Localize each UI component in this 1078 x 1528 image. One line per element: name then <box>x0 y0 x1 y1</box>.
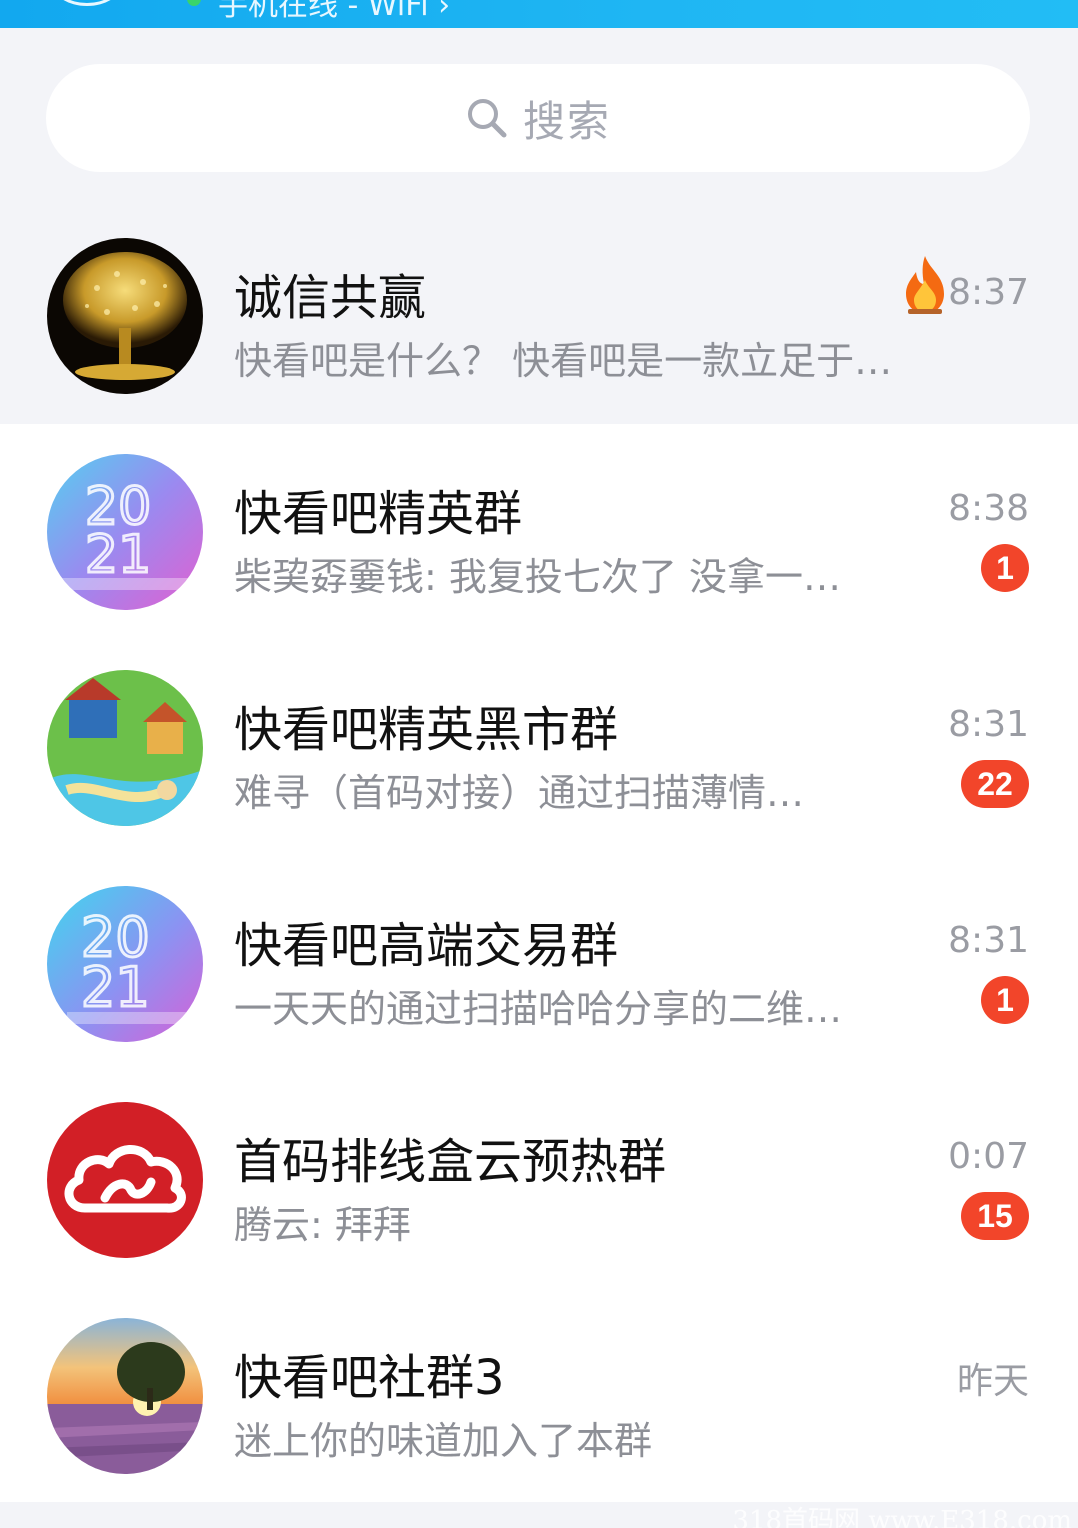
conversation-preview: 快看吧是什么？ 快看吧是一款立足于… <box>234 339 893 383</box>
conversation-title: 快看吧高端交易群 <box>234 918 619 974</box>
online-status-icon <box>187 0 201 6</box>
conversation-preview: 柴巭孬嫑钱: 我复投七次了 没拿一… <box>234 555 841 599</box>
watermark: 318首码网 www.E318.com <box>732 1506 1072 1528</box>
online-status-text[interactable]: 手机在线 - WiFi › <box>218 0 450 24</box>
group-avatar-2021-gradient: 20 21 <box>47 454 203 610</box>
conversation-time: 8:37 <box>948 272 1029 313</box>
conversation-time: 昨天 <box>956 1361 1029 1402</box>
group-avatar-game-island <box>47 670 203 826</box>
search-placeholder: 搜索 <box>522 96 611 146</box>
search-area: 搜索 <box>0 28 1078 208</box>
unread-badge: 1 <box>981 544 1029 592</box>
conversation-title: 诚信共赢 <box>234 270 427 326</box>
conversation-time: 8:38 <box>948 488 1029 529</box>
group-avatar-2021-gradient: 20 21 <box>47 886 203 1042</box>
conversation-time: 8:31 <box>948 704 1029 745</box>
svg-text:21: 21 <box>81 956 150 1019</box>
conversation-title: 快看吧精英群 <box>234 486 523 542</box>
conversation-item[interactable]: 诚信共赢 快看吧是什么？ 快看吧是一款立足于… 8:37 <box>0 208 1078 424</box>
group-avatar-sunset-field <box>47 1318 203 1474</box>
conversation-title: 快看吧社群3 <box>234 1350 505 1406</box>
search-icon <box>465 96 509 140</box>
conversation-title: 首码排线盒云预热群 <box>234 1134 667 1190</box>
conversation-preview: 迷上你的味道加入了本群 <box>234 1419 653 1463</box>
unread-badge: 1 <box>981 976 1029 1024</box>
unread-badge: 15 <box>961 1192 1029 1240</box>
unread-badge: 22 <box>961 760 1029 808</box>
conversation-item[interactable]: 首码排线盒云预热群 腾云: 拜拜 0:07 15 <box>0 1072 1078 1288</box>
flame-icon <box>906 256 944 314</box>
conversation-item[interactable]: 快看吧精英黑市群 难寻（首码对接）通过扫描薄情… 8:31 22 <box>0 640 1078 856</box>
status-header: 手机在线 - WiFi › <box>0 0 1078 28</box>
conversation-preview: 一天天的通过扫描哈哈分享的二维… <box>234 987 843 1031</box>
conversation-time: 0:07 <box>948 1136 1029 1177</box>
conversation-item[interactable]: 20 21 快看吧精英群 柴巭孬嫑钱: 我复投七次了 没拿一… 8:38 1 <box>0 424 1078 640</box>
conversation-preview: 腾云: 拜拜 <box>234 1203 411 1247</box>
conversation-item[interactable]: 20 21 快看吧高端交易群 一天天的通过扫描哈哈分享的二维… 8:31 1 <box>0 856 1078 1072</box>
group-avatar-money-tree <box>47 238 203 394</box>
search-input[interactable]: 搜索 <box>46 64 1030 172</box>
svg-text:21: 21 <box>85 525 151 585</box>
user-avatar[interactable] <box>52 0 122 6</box>
group-avatar-cloud-logo <box>47 1102 203 1258</box>
conversation-time: 8:31 <box>948 920 1029 961</box>
conversation-item[interactable]: 快看吧社群3 迷上你的味道加入了本群 昨天 <box>0 1288 1078 1504</box>
qq-message-list-screen: 手机在线 - WiFi › 搜索 诚信共赢 快看吧是什么？ 快看吧是一款立足于…… <box>0 0 1078 1528</box>
conversation-title: 快看吧精英黑市群 <box>234 702 619 758</box>
conversation-list: 诚信共赢 快看吧是什么？ 快看吧是一款立足于… 8:37 20 21 快看吧精英… <box>0 208 1078 1504</box>
conversation-preview: 难寻（首码对接）通过扫描薄情… <box>234 771 805 815</box>
